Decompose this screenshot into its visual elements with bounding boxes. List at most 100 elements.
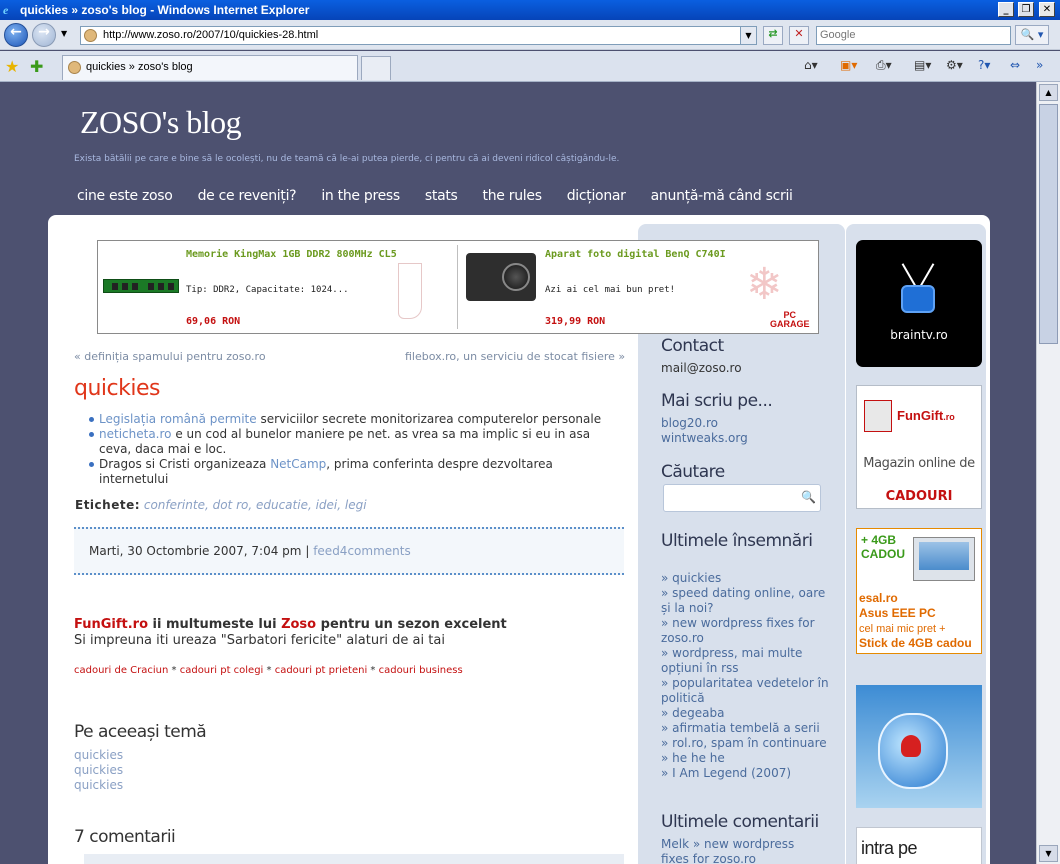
menu-item-dictionar[interactable]: dicționar bbox=[567, 188, 626, 204]
item-link[interactable]: Legislația română permite bbox=[99, 412, 257, 426]
search-input[interactable]: Google bbox=[816, 26, 1011, 45]
forward-button[interactable]: → bbox=[32, 23, 56, 47]
address-url[interactable]: http://www.zoso.ro/2007/10/quickies-28.h… bbox=[103, 29, 318, 41]
address-dropdown-icon[interactable]: ▼ bbox=[740, 27, 756, 44]
ad-right-name[interactable]: Aparat foto digital BenQ C740I bbox=[545, 249, 726, 260]
mouse-banner[interactable] bbox=[856, 685, 982, 808]
recent-post-link[interactable]: » afirmatia tembelă a serii bbox=[661, 721, 836, 736]
help-icon[interactable]: ?▾ bbox=[978, 58, 990, 76]
recent-post-link[interactable]: » I Am Legend (2007) bbox=[661, 766, 836, 781]
history-dropdown-icon[interactable]: ▼ bbox=[61, 29, 67, 38]
address-bar[interactable]: http://www.zoso.ro/2007/10/quickies-28.h… bbox=[80, 26, 757, 45]
more-tools-icon[interactable]: » bbox=[1036, 58, 1043, 76]
blog-title[interactable]: ZOSO's blog bbox=[80, 104, 242, 141]
list-item: Dragos si Cristi organizeaza NetCamp, pr… bbox=[89, 457, 619, 487]
list-item: neticheta.ro e un cod al bunelor maniere… bbox=[89, 427, 619, 457]
close-window-button[interactable]: ✕ bbox=[1039, 2, 1055, 17]
favorites-star-icon[interactable]: ★ bbox=[5, 57, 19, 76]
item-link[interactable]: NetCamp bbox=[270, 457, 326, 471]
esal-product: Asus EEE PC bbox=[859, 606, 936, 620]
contact-email[interactable]: mail@zoso.ro bbox=[661, 361, 742, 376]
search-icon[interactable]: 🔍 bbox=[801, 490, 816, 504]
blog-tagline: Exista bătălii pe care e bine să le ocol… bbox=[74, 154, 620, 164]
menu-item-the-rules[interactable]: the rules bbox=[483, 188, 542, 204]
blog20-link[interactable]: blog20.ro bbox=[661, 416, 718, 431]
fungift-link[interactable]: FunGift.ro bbox=[74, 617, 148, 632]
ad-left-desc: Tip: DDR2, Capacitate: 1024... bbox=[186, 285, 349, 295]
braintv-banner[interactable]: braintv.ro bbox=[856, 240, 982, 367]
menu-item-anunta-ma[interactable]: anunță-mă când scrii bbox=[651, 188, 793, 204]
promo-link[interactable]: cadouri pt prieteni bbox=[275, 665, 368, 676]
minimize-button[interactable]: _ bbox=[998, 2, 1014, 17]
menu-item-in-the-press[interactable]: in the press bbox=[321, 188, 400, 204]
scroll-up-icon[interactable]: ▲ bbox=[1039, 84, 1058, 101]
promo-link[interactable]: cadouri de Craciun bbox=[74, 665, 168, 676]
intra-banner[interactable]: intra pe bbox=[856, 827, 982, 864]
pc-garage-logo: PC GARAGE bbox=[770, 310, 810, 329]
item-link[interactable]: neticheta.ro bbox=[99, 427, 172, 441]
ie-logo-icon: e bbox=[3, 3, 9, 17]
esal-price: cel mai mic pret + bbox=[859, 623, 946, 635]
recent-comment-link[interactable]: Melk » new wordpress fixes for zoso.ro bbox=[661, 837, 821, 864]
fungift-banner[interactable]: FunGift.ro Magazin online de CADOURI bbox=[856, 385, 982, 509]
blog-search-input[interactable]: 🔍 bbox=[663, 484, 821, 512]
stop-button[interactable]: ✕ bbox=[789, 26, 809, 45]
recent-post-link[interactable]: » popularitatea vedetelor în politică bbox=[661, 676, 836, 706]
esal-site: esal.ro bbox=[859, 591, 898, 605]
tab-quickies[interactable]: quickies » zoso's blog bbox=[62, 55, 358, 80]
recent-post-link[interactable]: » speed dating online, oare și la noi? bbox=[661, 586, 836, 616]
ad-left-name[interactable]: Memorie KingMax 1GB DDR2 800MHz CL5 bbox=[186, 249, 397, 260]
recent-post-link[interactable]: » he he he bbox=[661, 751, 836, 766]
page-icon[interactable]: ▤▾ bbox=[914, 58, 931, 76]
promo-link[interactable]: cadouri pt colegi bbox=[180, 665, 264, 676]
wintweaks-link[interactable]: wintweaks.org bbox=[661, 431, 748, 446]
promo-links: cadouri de Craciun * cadouri pt colegi *… bbox=[74, 665, 463, 676]
promo-link[interactable]: cadouri business bbox=[379, 665, 463, 676]
page-viewport: ZOSO's blog Exista bătălii pe care e bin… bbox=[0, 82, 1036, 864]
main-menu: cine este zoso de ce reveniți? in the pr… bbox=[77, 188, 818, 204]
menu-item-stats[interactable]: stats bbox=[425, 188, 458, 204]
tag-links[interactable]: conferinte, dot ro, educatie, idei, legi bbox=[144, 498, 367, 512]
refresh-button[interactable]: ⇄ bbox=[763, 26, 783, 45]
recent-post-link[interactable]: » wordpress, mai multe opțiuni în rss bbox=[661, 646, 836, 676]
vertical-scrollbar[interactable]: ▲ ▼ bbox=[1036, 82, 1060, 864]
feed-comments-link[interactable]: feed4comments bbox=[313, 544, 411, 558]
recent-post-link[interactable]: » quickies bbox=[661, 571, 836, 586]
post-title[interactable]: quickies bbox=[74, 376, 160, 401]
fungift-logo: FunGift.ro bbox=[897, 408, 955, 423]
recent-post-link[interactable]: » degeaba bbox=[661, 706, 836, 721]
add-favorite-icon[interactable]: ✚ bbox=[30, 57, 43, 76]
recent-comments-heading: Ultimele comentarii bbox=[661, 812, 819, 832]
product-ad-banner[interactable]: Memorie KingMax 1GB DDR2 800MHz CL5 Tip:… bbox=[97, 240, 819, 334]
scroll-down-icon[interactable]: ▼ bbox=[1039, 845, 1058, 862]
maximize-button[interactable]: ❐ bbox=[1018, 2, 1034, 17]
site-favicon-icon bbox=[84, 29, 97, 42]
zoso-link[interactable]: Zoso bbox=[281, 617, 316, 632]
related-link[interactable]: quickies bbox=[74, 748, 123, 763]
tools-gear-icon[interactable]: ⚙▾ bbox=[946, 58, 963, 76]
comments-heading: 7 comentarii bbox=[74, 827, 176, 847]
ad-divider bbox=[457, 245, 458, 329]
promo-thanks: FunGift.ro ii multumeste lui Zoso pentru… bbox=[74, 617, 507, 632]
scroll-thumb[interactable] bbox=[1039, 104, 1058, 344]
search-button[interactable]: 🔍 ▾ bbox=[1015, 25, 1049, 45]
recent-post-link[interactable]: » new wordpress fixes for zoso.ro bbox=[661, 616, 836, 646]
menu-item-cine-este-zoso[interactable]: cine este zoso bbox=[77, 188, 173, 204]
new-tab-button[interactable] bbox=[361, 56, 391, 80]
related-link[interactable]: quickies bbox=[74, 763, 123, 778]
menu-item-de-ce-reveniti[interactable]: de ce reveniți? bbox=[198, 188, 297, 204]
fungift-line1: Magazin online de bbox=[863, 456, 975, 471]
home-icon[interactable]: ⌂▾ bbox=[804, 58, 818, 76]
recent-post-link[interactable]: » rol.ro, spam în continuare bbox=[661, 736, 836, 751]
research-icon[interactable]: ⇔ bbox=[1010, 58, 1020, 76]
back-button[interactable]: ← bbox=[4, 23, 28, 47]
next-post-link[interactable]: filebox.ro, un serviciu de stocat fisier… bbox=[405, 350, 625, 363]
post-items-list: Legislația română permite serviciilor se… bbox=[89, 412, 619, 487]
esal-banner[interactable]: + 4GB CADOU esal.ro Asus EEE PC cel mai … bbox=[856, 528, 982, 654]
print-icon[interactable]: ⎙▾ bbox=[876, 58, 892, 76]
feeds-icon[interactable]: ▣▾ bbox=[840, 58, 857, 76]
related-link[interactable]: quickies bbox=[74, 778, 123, 793]
prev-post-link[interactable]: « definiția spamului pentru zoso.ro bbox=[74, 350, 266, 363]
more-blogs-heading: Mai scriu pe... bbox=[661, 391, 773, 411]
window-titlebar: e quickies » zoso's blog - Windows Inter… bbox=[0, 0, 1060, 20]
